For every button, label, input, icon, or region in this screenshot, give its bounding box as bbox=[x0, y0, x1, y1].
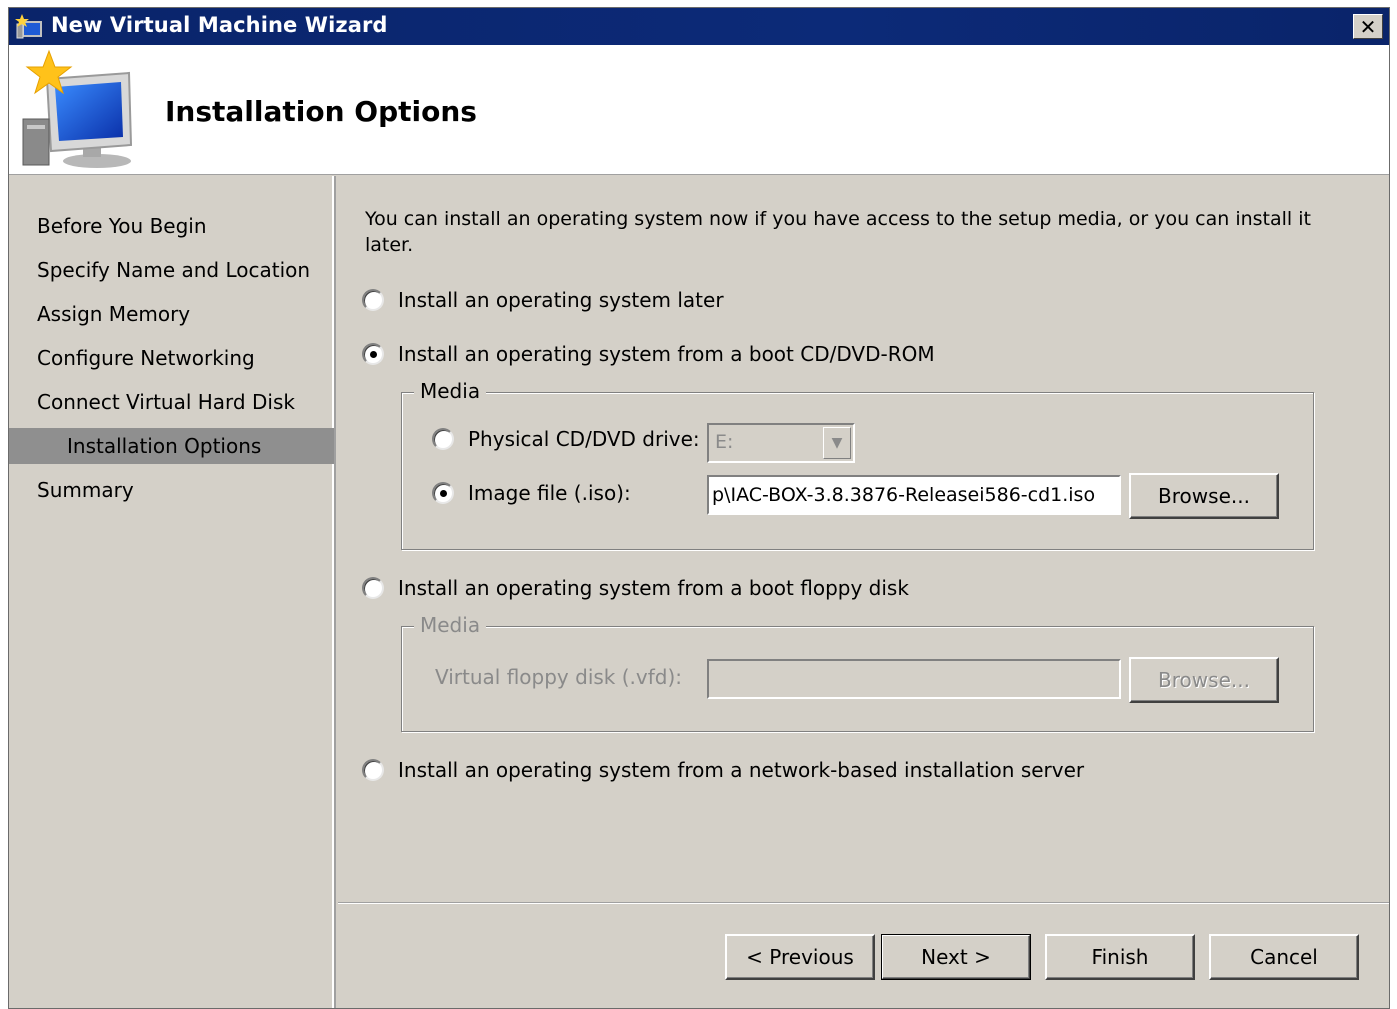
vfd-label: Virtual floppy disk (.vfd): bbox=[435, 665, 683, 689]
install-from-floppy-radio[interactable] bbox=[362, 577, 384, 599]
intro-text: You can install an operating system now … bbox=[365, 208, 1311, 256]
option-physical-drive[interactable]: Physical CD/DVD drive: bbox=[432, 427, 700, 451]
close-button[interactable]: ✕ bbox=[1353, 14, 1383, 39]
install-from-network-radio[interactable] bbox=[362, 759, 384, 781]
floppy-media-group: Media Virtual floppy disk (.vfd): Browse… bbox=[401, 613, 1314, 732]
vfd-input[interactable] bbox=[707, 659, 1121, 699]
window-title: New Virtual Machine Wizard bbox=[51, 13, 388, 37]
install-later-radio[interactable] bbox=[362, 289, 384, 311]
footer-divider bbox=[338, 902, 1389, 904]
physical-drive-label: Physical CD/DVD drive: bbox=[468, 427, 700, 451]
physical-drive-select[interactable]: E: ▼ bbox=[707, 423, 855, 463]
install-from-network-label: Install an operating system from a netwo… bbox=[398, 758, 1085, 782]
browse-vfd-button[interactable]: Browse... bbox=[1129, 657, 1279, 703]
sidebar-step-assign-memory[interactable]: Assign Memory bbox=[9, 296, 334, 332]
next-button[interactable]: Next > bbox=[881, 934, 1031, 980]
installation-options-panel: You can install an operating system now … bbox=[338, 176, 1389, 902]
physical-drive-value: E: bbox=[715, 431, 734, 453]
install-later-label: Install an operating system later bbox=[398, 288, 724, 312]
finish-button[interactable]: Finish bbox=[1045, 934, 1195, 980]
image-file-radio[interactable] bbox=[432, 482, 454, 504]
sidebar-step-configure-networking[interactable]: Configure Networking bbox=[9, 340, 334, 376]
page-title: Installation Options bbox=[165, 95, 477, 128]
cd-media-group: Media Physical CD/DVD drive: E: ▼ Image … bbox=[401, 379, 1314, 550]
sidebar-step-installation-options[interactable]: Installation Options bbox=[9, 428, 334, 464]
cd-media-legend: Media bbox=[414, 379, 487, 403]
image-file-input[interactable]: p\IAC-BOX-3.8.3876-Releasei586-cd1.iso bbox=[707, 475, 1121, 515]
wizard-steps-sidebar: Before You Begin Specify Name and Locati… bbox=[9, 176, 336, 1008]
install-from-cd-dvd-radio[interactable] bbox=[362, 343, 384, 365]
option-install-from-floppy[interactable]: Install an operating system from a boot … bbox=[362, 576, 909, 600]
sidebar-step-connect-virtual-hard-disk[interactable]: Connect Virtual Hard Disk bbox=[9, 384, 334, 420]
virtual-machine-app-icon bbox=[15, 14, 42, 39]
browse-iso-button[interactable]: Browse... bbox=[1129, 473, 1279, 519]
floppy-media-legend: Media bbox=[414, 613, 487, 637]
option-install-later[interactable]: Install an operating system later bbox=[362, 288, 724, 312]
wizard-header: Installation Options bbox=[9, 45, 1389, 175]
new-virtual-machine-icon bbox=[22, 49, 133, 168]
previous-button[interactable]: < Previous bbox=[725, 934, 875, 980]
option-install-from-network[interactable]: Install an operating system from a netwo… bbox=[362, 758, 1084, 782]
sidebar-step-summary[interactable]: Summary bbox=[9, 472, 334, 508]
title-bar: New Virtual Machine Wizard ✕ bbox=[9, 8, 1389, 45]
image-file-label: Image file (.iso): bbox=[468, 481, 631, 505]
cancel-button[interactable]: Cancel bbox=[1209, 934, 1359, 980]
chevron-down-icon[interactable]: ▼ bbox=[823, 427, 851, 459]
install-from-floppy-label: Install an operating system from a boot … bbox=[398, 576, 909, 600]
physical-drive-radio[interactable] bbox=[432, 428, 454, 450]
install-from-cd-dvd-label: Install an operating system from a boot … bbox=[398, 342, 935, 366]
wizard-window: New Virtual Machine Wizard ✕ Installatio… bbox=[8, 7, 1390, 1009]
sidebar-step-before-you-begin[interactable]: Before You Begin bbox=[9, 208, 334, 244]
close-icon: ✕ bbox=[1359, 14, 1377, 39]
option-image-file[interactable]: Image file (.iso): bbox=[432, 481, 631, 505]
sidebar-step-specify-name-and-location[interactable]: Specify Name and Location bbox=[9, 252, 334, 288]
option-install-from-cd-dvd[interactable]: Install an operating system from a boot … bbox=[362, 342, 935, 366]
